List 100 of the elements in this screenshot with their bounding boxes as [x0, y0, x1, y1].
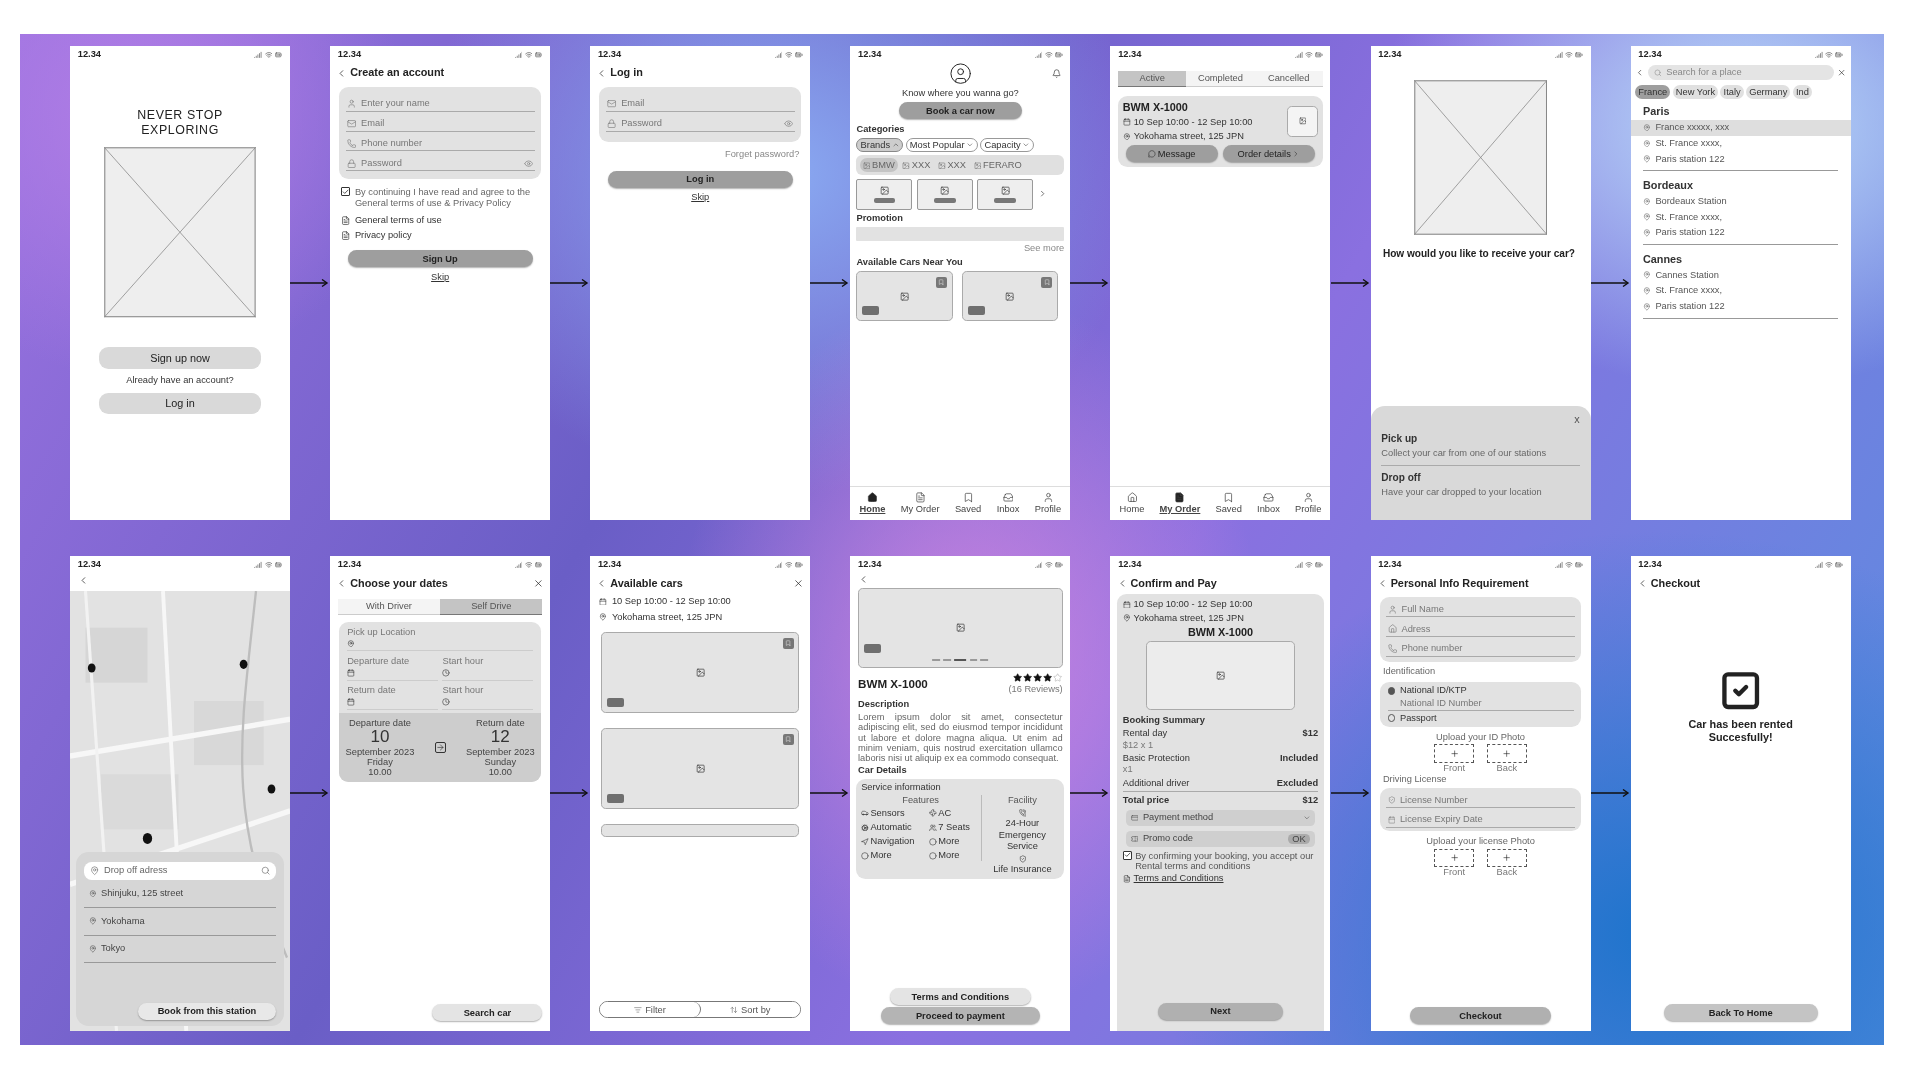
- close-icon[interactable]: [793, 577, 805, 589]
- nav-tab[interactable]: My Order: [900, 491, 940, 515]
- country-chip[interactable]: New York: [1672, 85, 1719, 99]
- log-in-button[interactable]: Log in: [98, 392, 262, 415]
- upload-slot[interactable]: [1486, 744, 1528, 763]
- order-tab[interactable]: Completed: [1186, 71, 1255, 87]
- input-field[interactable]: Password: [605, 111, 795, 132]
- checkout-button[interactable]: Checkout: [1410, 1007, 1551, 1025]
- search-car-button[interactable]: Search car: [432, 1004, 543, 1022]
- nav-tab[interactable]: Profile: [1294, 491, 1322, 515]
- address-item[interactable]: Yokohama: [83, 907, 277, 936]
- sign-up-button[interactable]: Sign up now: [98, 347, 262, 369]
- category-tile[interactable]: [856, 178, 913, 210]
- upload-slot[interactable]: [1434, 848, 1475, 868]
- policy-link[interactable]: Privacy policy: [354, 229, 412, 241]
- checkbox[interactable]: [340, 186, 351, 197]
- address-item[interactable]: Shinjuku, 125 street: [83, 880, 277, 908]
- brand-chip[interactable]: XXX: [935, 158, 970, 173]
- toolbar-button[interactable]: Filter: [600, 1002, 701, 1018]
- order-action-button[interactable]: Message: [1125, 145, 1219, 163]
- brand-chip[interactable]: FERARO: [970, 158, 1025, 173]
- ok-button[interactable]: OK: [1287, 833, 1311, 844]
- car-card[interactable]: [856, 271, 953, 322]
- skip-link[interactable]: Skip: [590, 192, 811, 204]
- bookmark-badge[interactable]: [1041, 277, 1053, 288]
- policy-link[interactable]: General terms of use: [354, 215, 442, 227]
- input-field[interactable]: Password: [345, 151, 535, 172]
- search-field[interactable]: Drop off adress: [83, 861, 277, 881]
- option-title[interactable]: Pick up: [1381, 432, 1580, 445]
- country-chip[interactable]: France: [1635, 85, 1671, 99]
- place-item[interactable]: St. France xxxx,: [1630, 209, 1851, 226]
- input-field[interactable]: Email: [345, 111, 535, 132]
- nav-tab[interactable]: My Order: [1159, 491, 1201, 515]
- place-item[interactable]: Cannes Station: [1630, 267, 1851, 284]
- close-icon[interactable]: [533, 577, 544, 589]
- input-field[interactable]: License Number: [1386, 788, 1576, 809]
- input-field[interactable]: License Expiry Date: [1386, 808, 1576, 829]
- place-item[interactable]: France xxxxx, xxx: [1630, 119, 1851, 136]
- drive-tab[interactable]: With Driver: [337, 599, 441, 615]
- country-chip[interactable]: Germany: [1746, 85, 1791, 99]
- address-item[interactable]: Tokyo: [83, 935, 277, 964]
- nav-tab[interactable]: Profile: [1034, 491, 1062, 515]
- category-tile[interactable]: [977, 178, 1034, 210]
- place-item[interactable]: Paris station 122: [1630, 225, 1851, 241]
- book-station-button[interactable]: Book from this station: [137, 1002, 277, 1020]
- bookmark-badge[interactable]: [936, 277, 947, 288]
- nav-tab[interactable]: Inbox: [1257, 491, 1280, 515]
- book-car-button[interactable]: Book a car now: [898, 102, 1022, 120]
- country-chip[interactable]: Italy: [1720, 85, 1744, 99]
- order-tab[interactable]: Cancelled: [1254, 71, 1323, 87]
- filter-chip[interactable]: Most Popular: [905, 138, 979, 153]
- category-tile[interactable]: [916, 178, 973, 210]
- place-item[interactable]: St. France xxxx,: [1630, 135, 1851, 152]
- place-item[interactable]: Paris station 122: [1630, 151, 1851, 168]
- close-button[interactable]: x: [1574, 413, 1580, 427]
- radio-button[interactable]: [1387, 687, 1396, 695]
- input-field[interactable]: Email: [605, 91, 795, 112]
- review-count[interactable]: (16 Reviews): [1008, 683, 1063, 695]
- input-field[interactable]: Adress: [1386, 617, 1576, 638]
- checkbox[interactable]: [1122, 850, 1133, 860]
- option-title[interactable]: Drop off: [1381, 472, 1580, 485]
- drive-tab[interactable]: Self Drive: [440, 599, 543, 615]
- forgot-password-link[interactable]: Forget password?: [725, 148, 800, 160]
- place-item[interactable]: St. France xxxx,: [1630, 283, 1851, 299]
- input-field[interactable]: Full Name: [1386, 597, 1576, 618]
- nav-tab[interactable]: Saved: [954, 491, 982, 515]
- upload-slot[interactable]: [1486, 848, 1528, 868]
- filter-chip[interactable]: Brands: [856, 138, 904, 153]
- log-in-button[interactable]: Log in: [607, 170, 793, 188]
- order-card[interactable]: BWM X-1000 10 Sep 10:00 - 12 Sep 10:00 Yokohama street, 125 JPN Message Order details: [1118, 95, 1323, 167]
- order-tab[interactable]: Active: [1118, 71, 1187, 87]
- upload-slot[interactable]: [1434, 744, 1475, 763]
- see-more-link[interactable]: See more: [1023, 242, 1065, 255]
- carousel-indicator[interactable]: [932, 659, 989, 661]
- back-home-button[interactable]: Back To Home: [1663, 1004, 1818, 1022]
- promo-field[interactable]: Promo code OK: [1125, 831, 1315, 847]
- terms-link[interactable]: Terms and Conditions: [1133, 873, 1224, 885]
- input-field[interactable]: Phone number: [345, 131, 535, 152]
- place-item[interactable]: Paris station 122: [1630, 298, 1851, 315]
- nav-tab[interactable]: Home: [859, 491, 886, 515]
- place-item[interactable]: Bordeaux Station: [1630, 193, 1851, 210]
- input-field[interactable]: National ID Number: [1387, 698, 1574, 712]
- payment-select[interactable]: Payment method: [1125, 810, 1315, 826]
- brand-chip[interactable]: XXX: [899, 158, 934, 173]
- order-action-button[interactable]: Order details: [1222, 145, 1315, 163]
- terms-button[interactable]: Terms and Conditions: [889, 988, 1031, 1006]
- nav-tab[interactable]: Home: [1119, 491, 1145, 515]
- car-card[interactable]: [961, 271, 1058, 322]
- input-field[interactable]: Phone number: [1386, 637, 1576, 658]
- skip-link[interactable]: Skip: [330, 271, 551, 283]
- nav-tab[interactable]: Inbox: [996, 491, 1020, 515]
- next-button[interactable]: Next: [1157, 1002, 1283, 1020]
- bookmark-badge[interactable]: [782, 733, 794, 745]
- filter-chip[interactable]: Capacity: [980, 138, 1034, 153]
- country-chip[interactable]: Ind: [1792, 85, 1812, 99]
- bookmark-badge[interactable]: [782, 637, 794, 649]
- nav-tab[interactable]: Saved: [1215, 491, 1242, 515]
- input-field[interactable]: Enter your name: [345, 91, 535, 112]
- sign-up-button[interactable]: Sign Up: [347, 250, 533, 268]
- payment-button[interactable]: Proceed to payment: [881, 1007, 1040, 1025]
